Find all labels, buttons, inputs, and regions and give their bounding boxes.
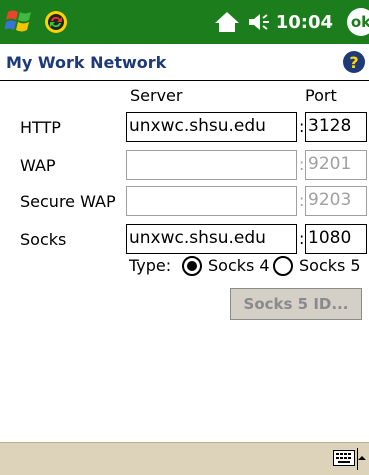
secure-wap-server-field[interactable] [126, 186, 297, 216]
windows-start-icon[interactable] [5, 6, 35, 36]
secure-wap-port-field[interactable]: 9203 [305, 186, 367, 216]
wap-separator: : [299, 155, 305, 174]
activesync-icon[interactable] [44, 10, 68, 34]
help-icon[interactable]: ? [343, 51, 365, 73]
http-separator: : [299, 117, 305, 136]
ok-button[interactable]: ok [347, 8, 369, 36]
wap-server-field[interactable] [126, 150, 297, 180]
radio-selected-dot [187, 261, 197, 271]
status-icons: 10:04 ok [214, 0, 369, 44]
secure-wap-separator: : [299, 191, 305, 210]
home-network-icon[interactable] [214, 10, 240, 34]
socks-port-field[interactable]: 1080 [305, 224, 367, 254]
socks-separator: : [299, 229, 305, 248]
port-column-header: Port [305, 86, 337, 105]
socks5-radio-label[interactable]: Socks 5 [299, 256, 361, 275]
socks-label: Socks [20, 230, 67, 249]
wap-port-field[interactable]: 9201 [305, 150, 367, 180]
socks5-id-button[interactable]: Socks 5 ID... [230, 288, 362, 320]
socks-server-field[interactable]: unxwc.shsu.edu [126, 224, 297, 254]
page-title: My Work Network [6, 53, 167, 72]
type-label: Type: [129, 256, 172, 275]
sip-arrow-icon[interactable] [357, 453, 367, 463]
http-server-field[interactable]: unxwc.shsu.edu [126, 112, 297, 142]
secure-wap-label: Secure WAP [20, 192, 116, 211]
keyboard-icon[interactable] [333, 450, 355, 466]
socks4-radio[interactable] [182, 256, 202, 276]
clock[interactable]: 10:04 [276, 12, 333, 33]
socks4-radio-label[interactable]: Socks 4 [208, 256, 270, 275]
wap-label: WAP [20, 156, 56, 175]
socks5-radio[interactable] [273, 256, 293, 276]
bottom-command-bar [0, 442, 369, 475]
http-port-field[interactable]: 3128 [305, 112, 367, 142]
status-bar: 10:04 ok [0, 0, 369, 44]
title-row: My Work Network ? [0, 44, 369, 81]
server-column-header: Server [130, 86, 183, 105]
http-label: HTTP [20, 118, 61, 137]
speaker-icon[interactable] [246, 10, 272, 34]
